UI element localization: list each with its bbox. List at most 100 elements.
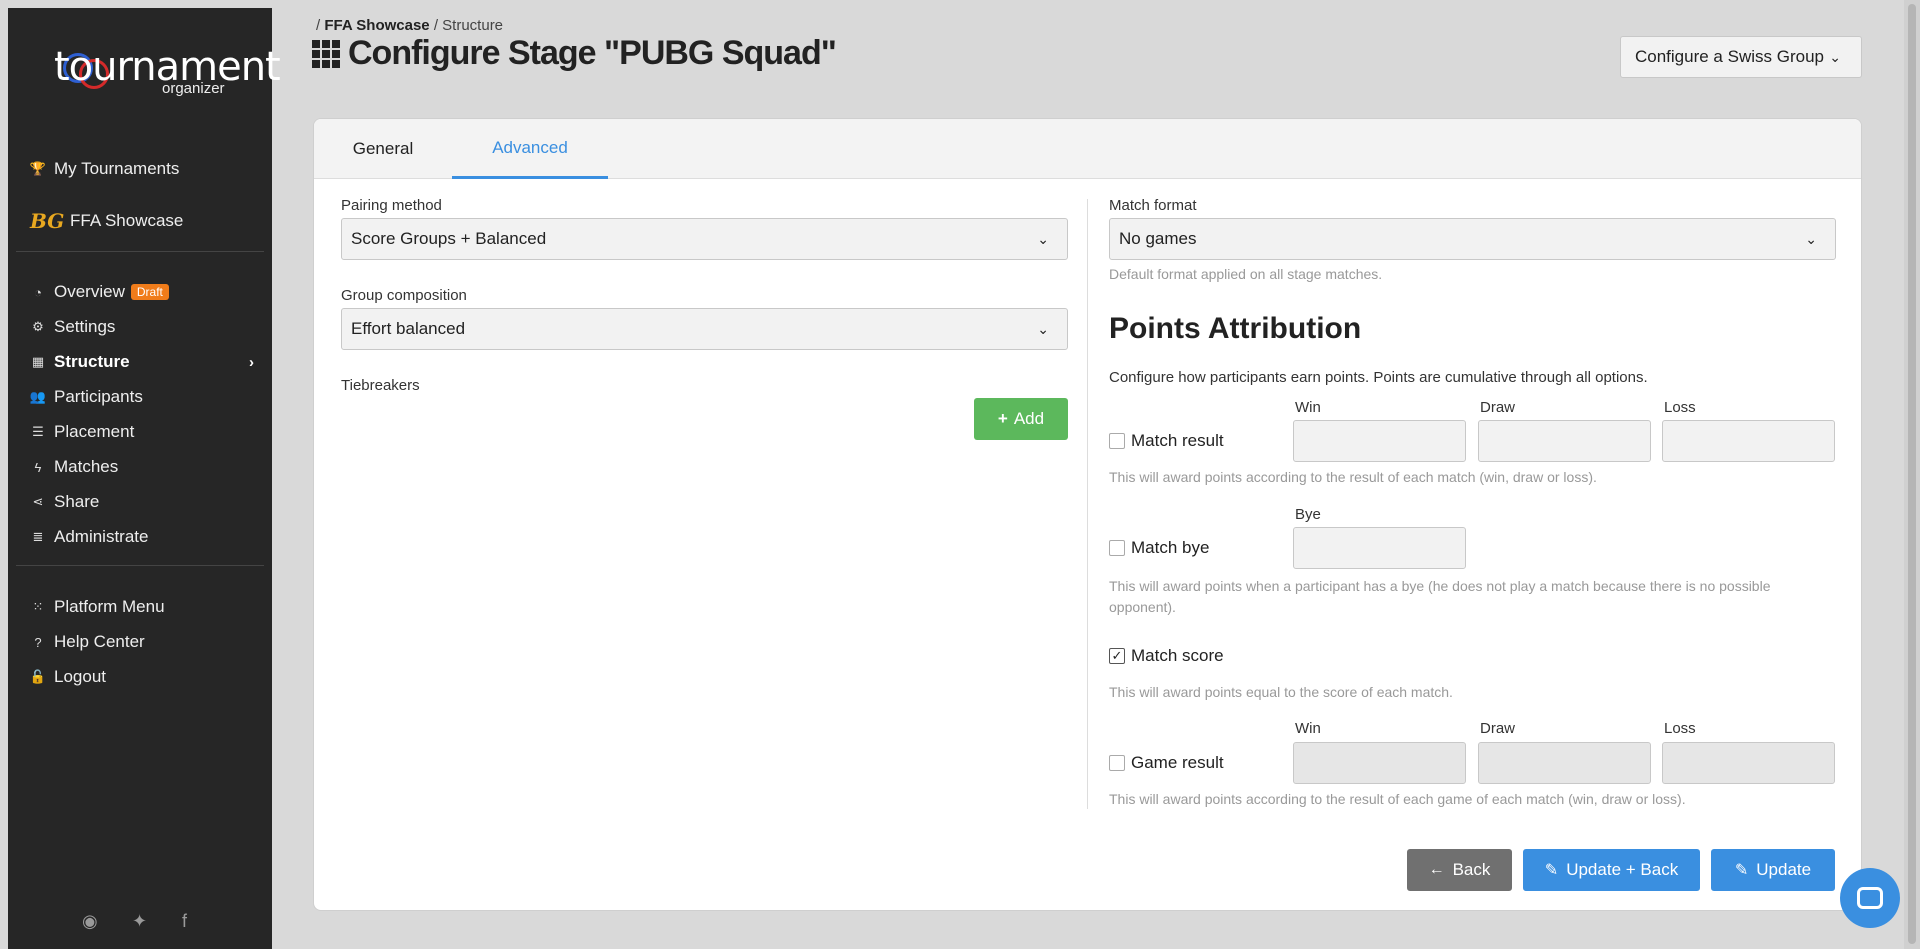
nav-matches[interactable]: ϟ Matches bbox=[30, 454, 266, 480]
match-format-value: No games bbox=[1119, 229, 1197, 248]
breadcrumb-sep: / bbox=[433, 17, 438, 34]
question-icon: ? bbox=[34, 634, 42, 650]
nav-label: Platform Menu bbox=[54, 597, 165, 616]
sidebar-divider bbox=[16, 565, 264, 566]
group-composition-select[interactable]: Effort balanced ⌄ bbox=[341, 308, 1068, 350]
unlock-icon: 🔓 bbox=[29, 669, 47, 684]
group-composition-value: Effort balanced bbox=[351, 319, 466, 338]
update-button[interactable]: ✎ Update bbox=[1711, 849, 1835, 891]
facebook-icon[interactable]: f bbox=[182, 911, 187, 932]
nav-label: Matches bbox=[54, 457, 119, 476]
nav-label: FFA Showcase bbox=[70, 211, 184, 230]
game-result-help: This will award points according to the … bbox=[1109, 791, 1686, 807]
status-badge: Draft bbox=[130, 284, 169, 300]
group-composition-label: Group composition bbox=[341, 287, 467, 304]
match-format-label: Match format bbox=[1109, 197, 1197, 214]
configure-swiss-label: Configure a Swiss Group bbox=[1635, 47, 1824, 66]
nav-participants[interactable]: 👥 Participants bbox=[30, 384, 266, 410]
add-tiebreaker-button[interactable]: + Add bbox=[974, 398, 1068, 440]
nav-logout[interactable]: 🔓 Logout bbox=[30, 664, 266, 690]
breadcrumb-tournament[interactable]: FFA Showcase bbox=[324, 17, 429, 34]
tab-advanced[interactable]: Advanced bbox=[452, 119, 608, 179]
update-back-button[interactable]: ✎ Update + Back bbox=[1523, 849, 1700, 891]
nav-label: Structure bbox=[54, 352, 130, 371]
configure-swiss-dropdown[interactable]: Configure a Swiss Group ⌄ bbox=[1620, 36, 1862, 78]
gears-icon: ⚙ bbox=[32, 319, 44, 334]
chevron-down-icon: ⌄ bbox=[1829, 48, 1841, 65]
sidebar: tournament organizer 🏆 My Tournaments BG… bbox=[8, 8, 281, 949]
pairing-method-value: Score Groups + Balanced bbox=[351, 229, 547, 248]
match-bye-checkbox-row[interactable]: Match bye bbox=[1109, 538, 1209, 558]
arrow-left-icon: ← bbox=[1428, 861, 1445, 878]
page-title: Configure Stage "PUBG Squad" bbox=[312, 34, 837, 73]
points-attribution-heading: Points Attribution bbox=[1109, 312, 1362, 345]
nav-help-center[interactable]: ? Help Center bbox=[30, 629, 266, 655]
match-score-help: This will award points equal to the scor… bbox=[1109, 684, 1453, 700]
game-result-checkbox-row[interactable]: Game result bbox=[1109, 753, 1224, 773]
match-format-help: Default format applied on all stage matc… bbox=[1109, 266, 1383, 282]
nav-overview[interactable]: ◔ Overview Draft bbox=[30, 279, 266, 305]
app-logo[interactable]: tournament organizer bbox=[8, 28, 281, 98]
draw-column-label: Draw bbox=[1480, 720, 1516, 737]
nav-label: Administrate bbox=[54, 527, 149, 546]
scrollbar-thumb[interactable] bbox=[1908, 4, 1916, 944]
stage-config-card: General Advanced Pairing method Score Gr… bbox=[313, 118, 1862, 911]
nav-label: Placement bbox=[54, 422, 135, 441]
game-result-draw-input[interactable] bbox=[1478, 742, 1651, 784]
back-button[interactable]: ← Back bbox=[1407, 849, 1512, 891]
win-column-label: Win bbox=[1295, 399, 1321, 416]
match-result-checkbox[interactable] bbox=[1109, 433, 1125, 449]
match-score-checkbox[interactable]: ✓ bbox=[1109, 648, 1125, 664]
match-bye-label: Match bye bbox=[1131, 538, 1210, 557]
game-result-checkbox[interactable] bbox=[1109, 755, 1125, 771]
chevron-down-icon: ⌄ bbox=[1037, 320, 1049, 337]
chevron-right-icon: › bbox=[249, 353, 254, 371]
plus-icon: + bbox=[997, 409, 1008, 428]
nav-placement[interactable]: ☰ Placement bbox=[30, 419, 266, 445]
logo-subtitle: organizer bbox=[162, 80, 225, 97]
match-result-draw-input[interactable] bbox=[1478, 420, 1651, 462]
discord-icon[interactable]: ◉ bbox=[82, 911, 98, 932]
column-divider bbox=[1087, 199, 1088, 809]
nav-settings[interactable]: ⚙ Settings bbox=[30, 314, 266, 340]
chat-launcher-button[interactable] bbox=[1840, 868, 1900, 928]
nav-platform-menu[interactable]: ⁙ Platform Menu bbox=[30, 594, 266, 620]
match-result-checkbox-row[interactable]: Match result bbox=[1109, 431, 1224, 451]
nav-share[interactable]: ⋖ Share bbox=[30, 489, 266, 515]
match-score-label: Match score bbox=[1131, 646, 1224, 665]
match-result-loss-input[interactable] bbox=[1662, 420, 1835, 462]
trophy-icon: 🏆 bbox=[29, 161, 47, 176]
list-icon: ☰ bbox=[32, 424, 44, 439]
twitter-icon[interactable]: ✦ bbox=[132, 911, 147, 932]
game-result-label: Game result bbox=[1131, 753, 1224, 772]
update-back-label: Update + Back bbox=[1566, 860, 1679, 879]
game-result-win-input[interactable] bbox=[1293, 742, 1466, 784]
nav-label: Participants bbox=[54, 387, 143, 406]
tab-general[interactable]: General bbox=[314, 119, 452, 179]
add-button-label: Add bbox=[1013, 409, 1045, 428]
bolt-icon: ϟ bbox=[34, 459, 42, 475]
game-result-loss-input[interactable] bbox=[1662, 742, 1835, 784]
nav-tournament[interactable]: BG FFA Showcase bbox=[30, 208, 266, 234]
page-scrollbar[interactable] bbox=[1904, 0, 1920, 949]
match-format-select[interactable]: No games ⌄ bbox=[1109, 218, 1836, 260]
chat-icon bbox=[1857, 887, 1883, 909]
database-icon: ≣ bbox=[32, 529, 44, 544]
match-result-label: Match result bbox=[1131, 431, 1224, 450]
nav-administrate[interactable]: ≣ Administrate bbox=[30, 524, 266, 550]
pencil-icon: ✎ bbox=[1544, 862, 1559, 879]
match-score-checkbox-row[interactable]: ✓ Match score bbox=[1109, 646, 1224, 666]
sidebar-divider bbox=[16, 251, 264, 252]
loss-column-label: Loss bbox=[1664, 720, 1696, 737]
match-result-win-input[interactable] bbox=[1293, 420, 1466, 462]
nav-structure[interactable]: ▦ Structure › bbox=[30, 349, 266, 375]
back-label: Back bbox=[1452, 860, 1491, 879]
match-bye-checkbox[interactable] bbox=[1109, 540, 1125, 556]
pairing-method-select[interactable]: Score Groups + Balanced ⌄ bbox=[341, 218, 1068, 260]
match-bye-help: This will award points when a participan… bbox=[1109, 578, 1771, 615]
match-result-help: This will award points according to the … bbox=[1109, 469, 1597, 485]
grid-icon bbox=[312, 39, 340, 68]
page-title-text: Configure Stage "PUBG Squad" bbox=[348, 34, 837, 72]
nav-my-tournaments[interactable]: 🏆 My Tournaments bbox=[30, 156, 266, 182]
match-bye-input[interactable] bbox=[1293, 527, 1466, 569]
